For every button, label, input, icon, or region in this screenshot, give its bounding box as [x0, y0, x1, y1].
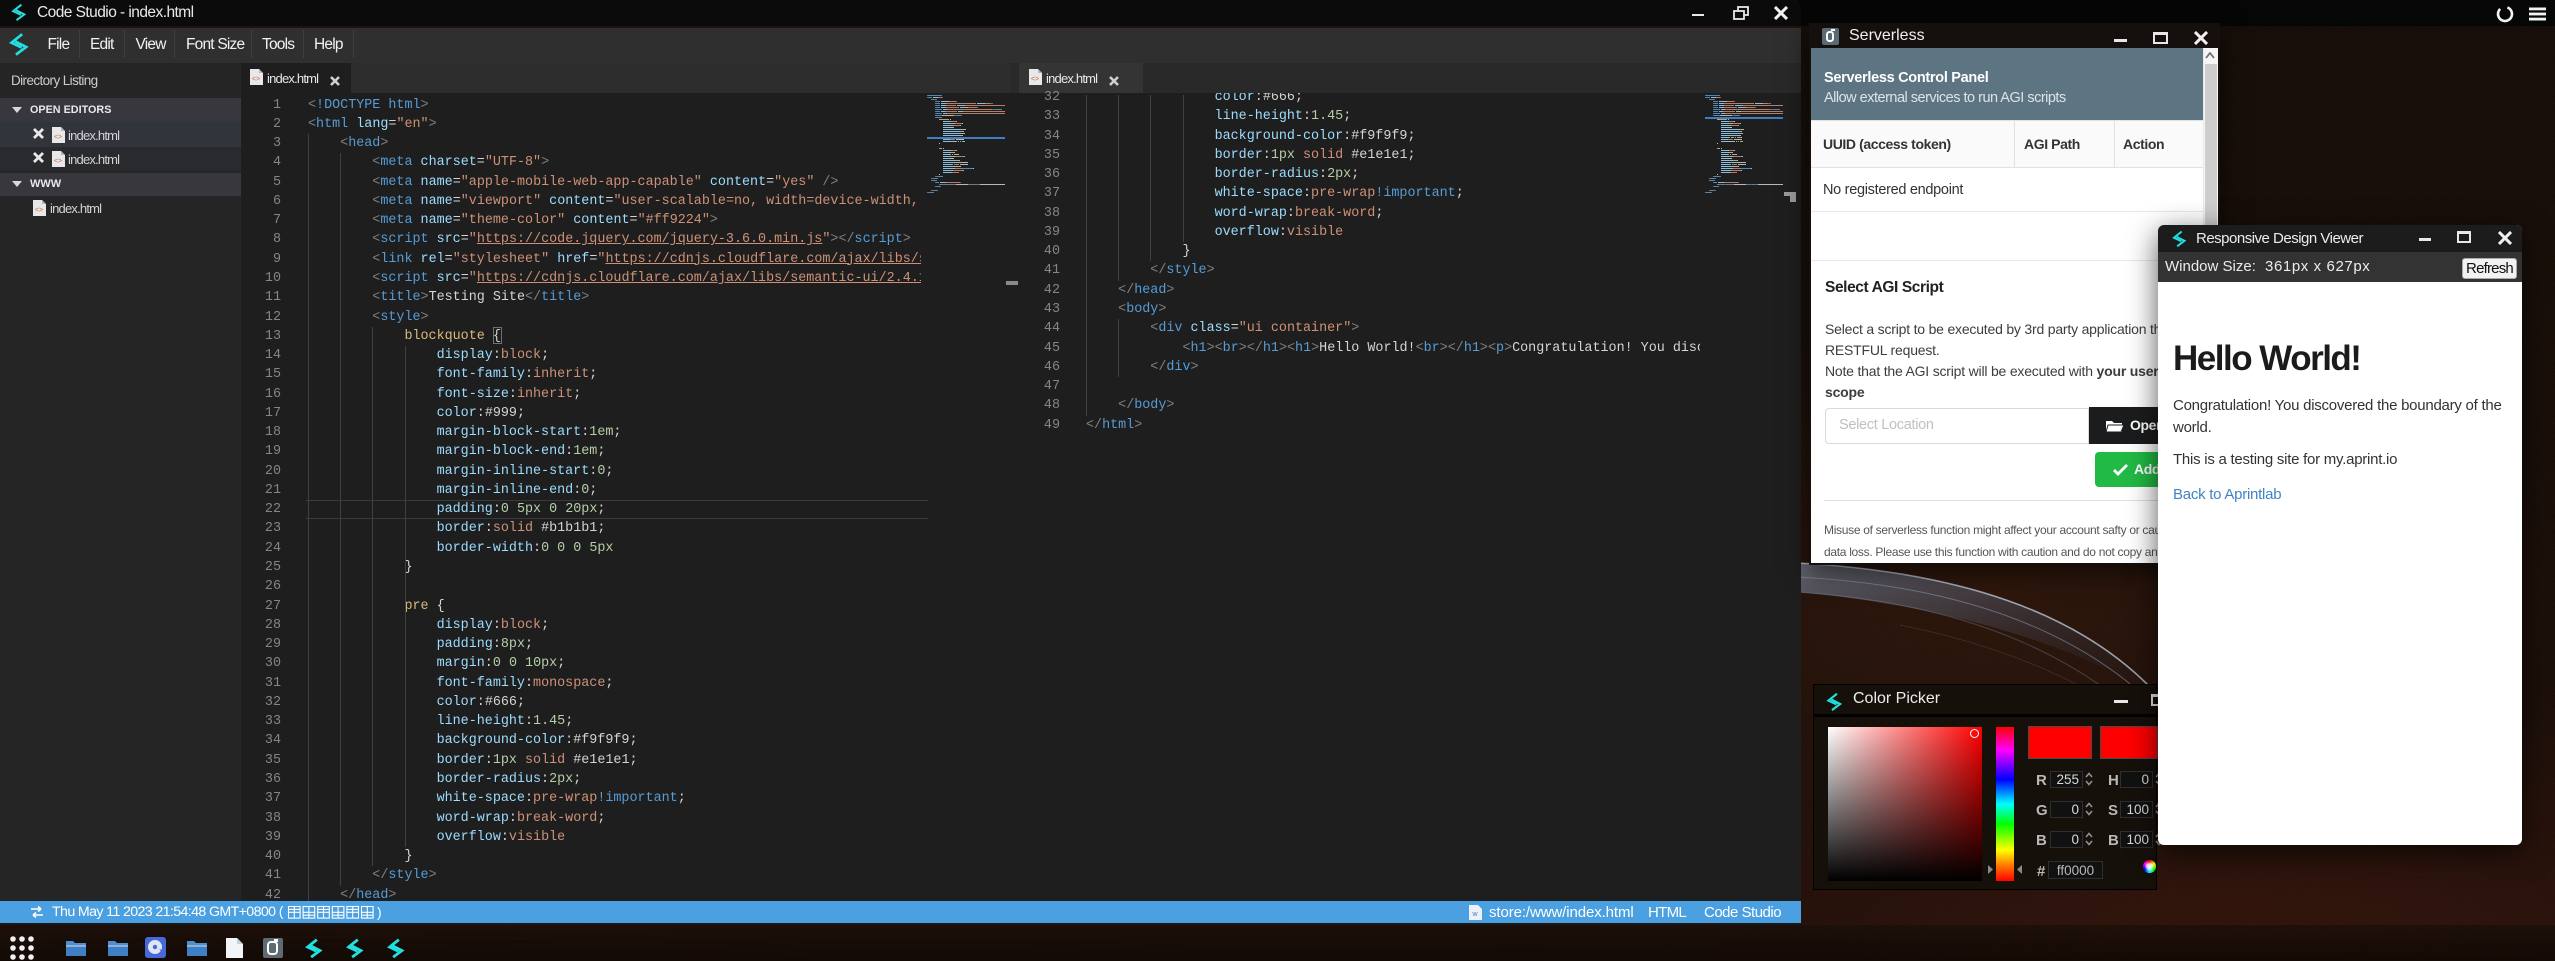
svg-text:<>: <> [1031, 76, 1039, 83]
svg-text:w: w [1471, 911, 1478, 918]
svg-text:<>: <> [35, 207, 43, 214]
svg-text:<>: <> [54, 158, 62, 165]
svg-text:<>: <> [54, 134, 62, 141]
